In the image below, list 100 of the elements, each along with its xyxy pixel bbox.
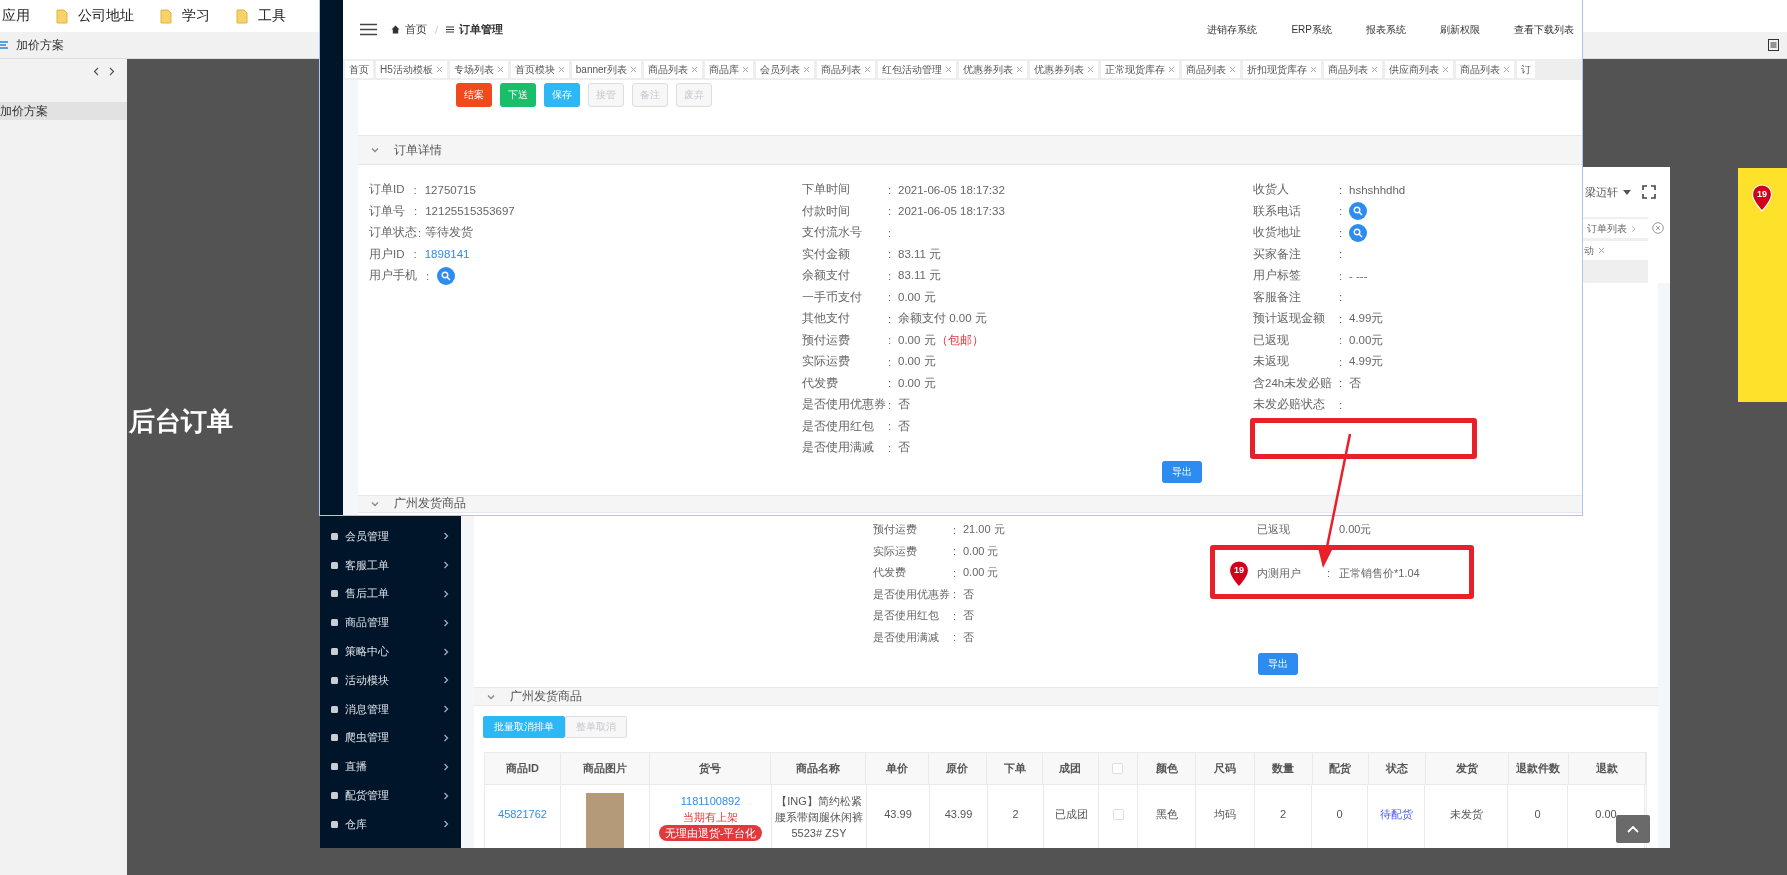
search-button[interactable] xyxy=(1349,223,1367,242)
menu-item-icon xyxy=(330,733,339,743)
sidebar-item[interactable]: 配货管理 xyxy=(320,781,461,810)
tab[interactable]: 商品库 xyxy=(704,61,753,78)
sku-link[interactable]: 1181100892 xyxy=(680,793,741,809)
close-icon[interactable] xyxy=(1086,66,1094,73)
close-icon[interactable] xyxy=(741,66,749,73)
bookmark-link[interactable]: 公司地址 xyxy=(78,7,134,25)
field-label: 用户手机 xyxy=(369,268,417,284)
close-icon[interactable] xyxy=(1015,66,1023,73)
tab[interactable]: 商品列表 xyxy=(1455,61,1514,78)
action-button[interactable]: 结案 xyxy=(456,83,492,107)
menu-item-icon xyxy=(330,704,339,714)
field-label: 买家备注 xyxy=(1253,246,1302,262)
page-list-item[interactable]: 加价方案 xyxy=(0,102,127,120)
field-label: 订单号 xyxy=(369,203,405,219)
tab[interactable]: 供应商列表 xyxy=(1384,61,1453,78)
close-icon[interactable] xyxy=(802,66,810,73)
close-icon[interactable] xyxy=(1167,66,1175,73)
header-link[interactable]: ERP系统 xyxy=(1291,22,1332,37)
tab[interactable]: 首页模块 xyxy=(510,61,569,78)
header-link[interactable]: 报表系统 xyxy=(1366,22,1406,37)
close-icon[interactable] xyxy=(1309,66,1317,73)
tab[interactable]: 首页 xyxy=(345,61,373,78)
close-icon[interactable] xyxy=(1441,66,1449,73)
product-id-link[interactable]: 45821762 xyxy=(498,806,547,822)
close-all-icon[interactable] xyxy=(1652,222,1664,234)
close-icon[interactable] xyxy=(629,66,637,73)
close-icon[interactable] xyxy=(863,66,871,73)
close-icon[interactable] xyxy=(1598,247,1605,254)
header-link[interactable]: 进销存系统 xyxy=(1207,22,1258,37)
tab[interactable]: 红包活动管理 xyxy=(877,61,956,78)
breadcrumb-link[interactable]: 首页 xyxy=(405,22,427,37)
header-link[interactable]: 刷新权限 xyxy=(1440,22,1480,37)
field-value: 0.00 元 xyxy=(963,543,999,559)
tab[interactable]: 商品列表 xyxy=(1323,61,1382,78)
tab[interactable]: 商品列表 xyxy=(816,61,875,78)
sidebar-item[interactable]: 策略中心 xyxy=(320,637,461,666)
select-all-checkbox[interactable] xyxy=(1112,763,1124,774)
tab[interactable]: 专场列表 xyxy=(449,61,508,78)
user-id-link[interactable]: 1898141 xyxy=(424,248,470,261)
close-icon[interactable] xyxy=(690,66,698,73)
return-policy-tag: 无理由退货-平台化 xyxy=(658,825,763,841)
sidebar-item[interactable]: 爬虫管理 xyxy=(320,723,461,753)
sidebar-item[interactable]: 客服工单 xyxy=(320,550,461,580)
status-link[interactable]: 待配货 xyxy=(1379,806,1413,822)
bookmark-link[interactable]: 学习 xyxy=(182,7,210,25)
breadcrumb-link[interactable]: 订单管理 xyxy=(459,22,504,37)
tab[interactable]: 优惠券列表 xyxy=(958,61,1027,78)
row-checkbox[interactable] xyxy=(1112,808,1124,820)
close-icon[interactable] xyxy=(1502,66,1510,73)
search-button[interactable] xyxy=(437,266,456,285)
field-value: 4.99元 xyxy=(1349,354,1384,370)
menu-item-icon xyxy=(330,762,339,772)
scroll-top-button[interactable] xyxy=(1616,815,1650,843)
tab[interactable]: 商品列表 xyxy=(643,61,702,78)
field-label: 含24h未发必赔 xyxy=(1253,375,1334,391)
sidebar-item[interactable]: 仓库 xyxy=(320,809,461,839)
close-icon[interactable] xyxy=(496,66,504,73)
bookmark-link[interactable]: 工具 xyxy=(258,7,286,25)
header-link[interactable]: 查看下载列表 xyxy=(1514,22,1574,37)
field-label: 未返现 xyxy=(1253,354,1290,370)
close-icon[interactable] xyxy=(557,66,565,73)
tab[interactable]: 正常现货库存 xyxy=(1100,61,1179,78)
document-icon[interactable] xyxy=(1768,39,1779,51)
field-value: 0.00 元 xyxy=(963,565,999,581)
field-colon: : xyxy=(1327,567,1332,580)
search-button[interactable] xyxy=(1349,202,1367,221)
field-label: 已返现 xyxy=(1257,522,1291,538)
bookmark-link[interactable]: 应用 xyxy=(2,7,30,25)
sidebar-item[interactable]: 消息管理 xyxy=(320,694,461,724)
sidebar-item[interactable]: 会员管理 xyxy=(320,522,461,551)
fullscreen-icon[interactable] xyxy=(1642,185,1656,199)
field-label: 是否使用满减 xyxy=(873,629,940,645)
close-icon[interactable] xyxy=(944,66,952,73)
close-icon[interactable] xyxy=(1228,66,1236,73)
tab[interactable]: banner列表 xyxy=(571,61,641,78)
next-icon[interactable] xyxy=(109,67,115,76)
sidebar-item[interactable]: 活动模块 xyxy=(320,666,461,695)
field-label: 是否使用红包 xyxy=(873,608,940,624)
field-value: 否 xyxy=(963,629,974,645)
tab[interactable]: 会员列表 xyxy=(755,61,814,78)
tab[interactable]: 优惠券列表 xyxy=(1029,61,1098,78)
sidebar-item[interactable]: 商品管理 xyxy=(320,608,461,638)
tab[interactable]: 订 xyxy=(1516,61,1535,78)
column-header: 货号 xyxy=(698,761,721,776)
sidebar-item[interactable]: 直播 xyxy=(320,752,461,782)
sidebar-item[interactable]: 售后工单 xyxy=(320,579,461,609)
user-name[interactable]: 梁迈轩 xyxy=(1585,184,1618,200)
close-icon[interactable] xyxy=(1370,66,1378,73)
tab[interactable]: 商品列表 xyxy=(1181,61,1240,78)
menu-icon[interactable] xyxy=(360,23,377,36)
home-icon xyxy=(391,25,400,34)
close-icon[interactable] xyxy=(435,66,443,73)
field-value: 2021-06-05 18:17:33 xyxy=(898,205,1005,218)
field-label: 客服备注 xyxy=(1253,289,1302,305)
tab[interactable]: 动 xyxy=(1584,243,1594,258)
tab[interactable]: H5活动模板 xyxy=(376,61,447,78)
tab[interactable]: 折扣现货库存 xyxy=(1242,61,1321,78)
previous-icon[interactable] xyxy=(93,67,99,76)
